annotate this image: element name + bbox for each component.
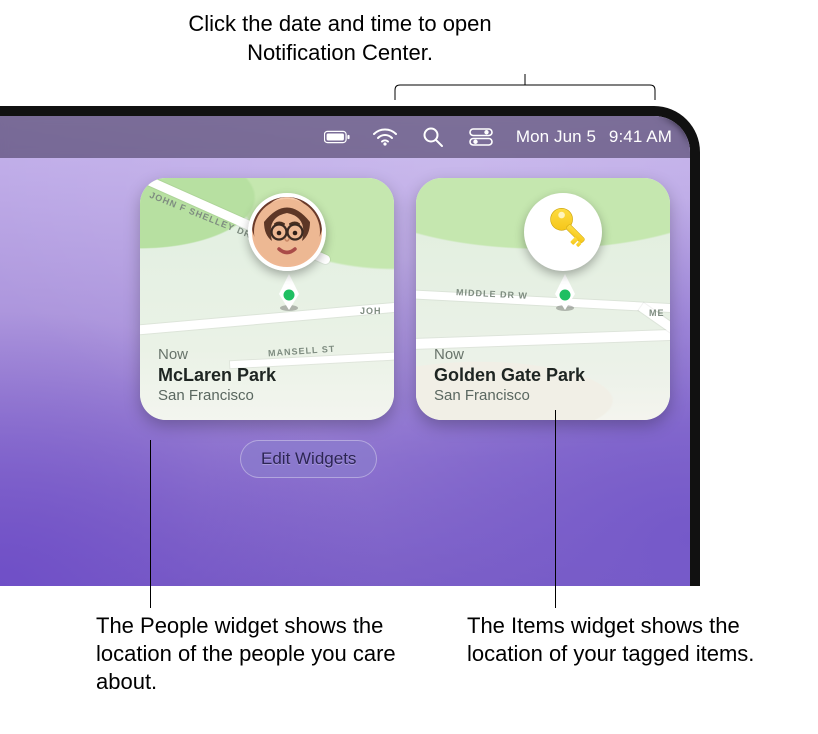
callout-datetime: Click the date and time to open Notifica… — [170, 10, 510, 67]
person-avatar — [248, 193, 326, 271]
menu-bar: Mon Jun 5 9:41 AM — [0, 116, 690, 158]
search-icon[interactable] — [420, 124, 446, 150]
callout-leader-left — [150, 440, 151, 608]
find-my-items-widget[interactable]: MIDDLE DR W ME — [416, 178, 670, 420]
callout-leader-right — [555, 410, 556, 608]
widget-city: San Francisco — [158, 387, 376, 404]
wifi-icon[interactable] — [372, 124, 398, 150]
find-my-people-widget[interactable]: JOHN F SHELLEY DR JOH MANSELL ST — [140, 178, 394, 420]
location-pin — [552, 274, 578, 300]
callout-people-widget: The People widget shows the location of … — [96, 612, 426, 696]
street-label: JOH — [360, 306, 382, 316]
edit-widgets-button[interactable]: Edit Widgets — [240, 440, 377, 478]
desktop-widgets: JOHN F SHELLEY DR JOH MANSELL ST — [140, 178, 670, 420]
item-key-icon — [524, 193, 602, 271]
callout-items-widget: The Items widget shows the location of y… — [467, 612, 797, 668]
widget-city: San Francisco — [434, 387, 652, 404]
control-center-icon[interactable] — [468, 124, 494, 150]
menu-bar-time: 9:41 AM — [609, 127, 672, 147]
widget-location: Golden Gate Park — [434, 365, 652, 386]
callout-datetime-bracket — [395, 74, 655, 106]
menu-bar-datetime[interactable]: Mon Jun 5 9:41 AM — [516, 127, 672, 147]
widget-location: McLaren Park — [158, 365, 376, 386]
street-label: ME — [649, 308, 665, 318]
menu-bar-date: Mon Jun 5 — [516, 127, 596, 147]
widget-now-label: Now — [158, 346, 376, 363]
widget-text-overlay: Now Golden Gate Park San Francisco — [434, 346, 652, 404]
location-pin — [276, 274, 302, 300]
battery-icon[interactable] — [324, 124, 350, 150]
widget-text-overlay: Now McLaren Park San Francisco — [158, 346, 376, 404]
widget-now-label: Now — [434, 346, 652, 363]
mac-display-corner: Mon Jun 5 9:41 AM JOHN F SHELLEY DR JOH … — [0, 106, 700, 586]
